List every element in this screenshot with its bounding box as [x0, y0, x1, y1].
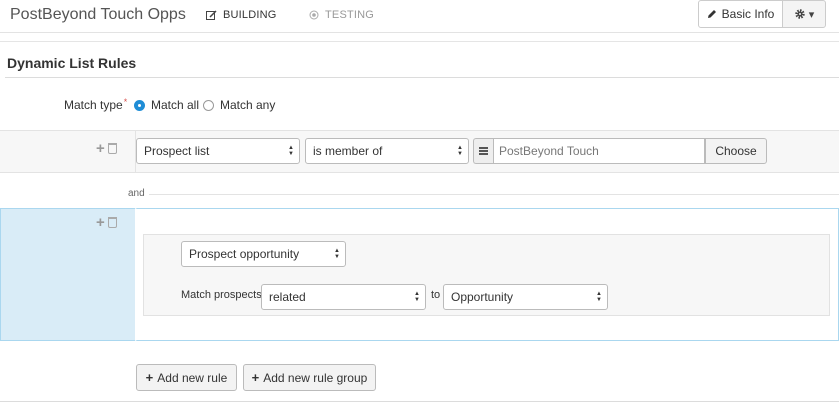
plus-icon: +	[145, 370, 154, 385]
gear-icon	[795, 9, 805, 19]
target-icon	[309, 10, 319, 20]
tab-testing[interactable]: TESTING	[309, 9, 374, 21]
radio-button[interactable]	[203, 99, 214, 111]
required-marker: *	[123, 97, 128, 107]
add-new-rule-button[interactable]: + Add new rule	[136, 364, 237, 391]
top-bar: PostBeyond Touch Opps BUILDING TESTING B…	[0, 0, 839, 33]
match-type-text: Match type	[64, 98, 123, 112]
rule-operator-select[interactable]: is member of ▲ ▼	[305, 138, 469, 164]
rule-tools: +	[96, 141, 117, 156]
add-new-rule-group-label: Add new rule group	[263, 370, 368, 385]
radio-match-all-label: Match all	[151, 98, 200, 112]
group-field-value: Prospect opportunity	[189, 247, 300, 261]
trash-icon[interactable]	[107, 143, 117, 154]
group-field-select[interactable]: Prospect opportunity ▲ ▼	[181, 241, 346, 267]
target-select[interactable]: Opportunity ▲ ▼	[443, 284, 608, 310]
add-icon[interactable]: +	[96, 215, 105, 230]
bottom-divider	[0, 401, 839, 402]
select-arrows-icon: ▲ ▼	[334, 248, 340, 260]
basic-info-button[interactable]: Basic Info	[698, 0, 783, 28]
match-prospects-label: Match prospects	[181, 289, 262, 301]
list-icon-addon	[473, 138, 493, 164]
rule-value-placeholder: PostBeyond Touch	[499, 144, 599, 158]
match-type-label: Match type*	[64, 97, 128, 112]
choose-button[interactable]: Choose	[705, 138, 767, 164]
add-new-rule-label: Add new rule	[157, 370, 228, 385]
radio-match-any-label: Match any	[220, 98, 276, 112]
radio-match-any[interactable]: Match any	[203, 98, 275, 112]
caret-down-icon: ▾	[808, 8, 815, 21]
app-title: PostBeyond Touch Opps	[10, 6, 186, 23]
header-divider	[0, 41, 839, 42]
settings-dropdown-button[interactable]: ▾	[782, 0, 826, 28]
select-arrows-icon: ▲ ▼	[414, 291, 420, 303]
trash-icon[interactable]	[107, 217, 117, 228]
edit-icon	[206, 9, 217, 20]
radio-match-all[interactable]: Match all	[134, 98, 199, 112]
group-tools: +	[96, 215, 117, 230]
rule-field-value: Prospect list	[144, 144, 210, 158]
section-title: Dynamic List Rules	[7, 55, 137, 71]
rule-value-input[interactable]: PostBeyond Touch	[493, 138, 705, 164]
list-icon	[479, 147, 488, 155]
relation-value: related	[269, 290, 306, 304]
add-icon[interactable]: +	[96, 141, 105, 156]
radio-button-selected[interactable]	[134, 99, 145, 111]
add-new-rule-group-button[interactable]: + Add new rule group	[243, 364, 376, 391]
to-label: to	[431, 289, 441, 301]
select-arrows-icon: ▲ ▼	[457, 145, 463, 157]
relation-select[interactable]: related ▲ ▼	[261, 284, 426, 310]
basic-info-label: Basic Info	[721, 7, 775, 21]
tab-building-label: BUILDING	[223, 9, 277, 21]
and-connector: and	[128, 188, 145, 199]
select-arrows-icon: ▲ ▼	[288, 145, 294, 157]
pencil-icon	[707, 10, 716, 18]
rule-operator-value: is member of	[313, 144, 383, 158]
select-arrows-icon: ▲ ▼	[596, 291, 602, 303]
target-value: Opportunity	[451, 290, 514, 304]
and-divider	[149, 194, 839, 195]
section-divider	[5, 77, 839, 78]
rule-field-select[interactable]: Prospect list ▲ ▼	[136, 138, 300, 164]
tab-building[interactable]: BUILDING	[206, 9, 277, 21]
tab-testing-label: TESTING	[325, 9, 375, 21]
plus-icon: +	[251, 370, 260, 385]
